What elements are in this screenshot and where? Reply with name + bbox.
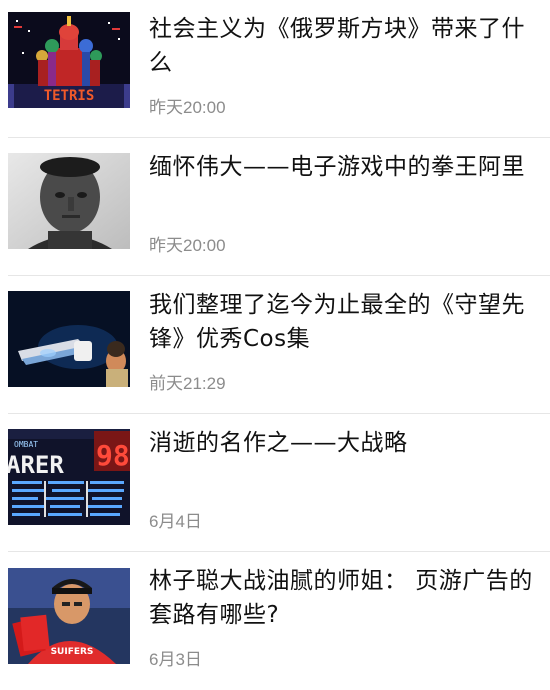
article-thumbnail-tetris[interactable]: TETRIS: [8, 12, 130, 108]
article-thumbnail-strategy[interactable]: OMBAT ARER 98: [8, 429, 130, 525]
shirt-text: SUIFERS: [51, 647, 94, 657]
article-title[interactable]: 社会主义为《俄罗斯方块》带来了什么: [149, 12, 541, 80]
article-title[interactable]: 缅怀伟大——电子游戏中的拳王阿里: [149, 150, 541, 184]
strategy-number-text: 98: [96, 439, 130, 472]
article-list: TETRIS 社会主义为《俄罗斯方块》带来了什么 昨天20:00 缅怀伟大——电…: [0, 0, 550, 680]
article-item[interactable]: SUIFERS 林子聪大战油腻的师姐： 页游广告的套路有哪些? 6月3日: [0, 552, 550, 690]
article-title[interactable]: 林子聪大战油腻的师姐： 页游广告的套路有哪些?: [149, 564, 541, 632]
overwatch-cosplay-image: [8, 291, 130, 387]
article-date: 6月4日: [149, 512, 202, 531]
boxer-portrait-image: [8, 153, 130, 249]
strategy-game-screen-image: OMBAT ARER 98: [8, 429, 130, 525]
article-date: 昨天20:00: [149, 98, 226, 117]
article-title[interactable]: 消逝的名作之——大战略: [149, 426, 541, 460]
article-date: 前天21:29: [149, 374, 226, 393]
strategy-main-text: ARER: [8, 451, 64, 479]
strategy-top-text: OMBAT: [14, 440, 38, 449]
tetris-logo-text: TETRIS: [44, 88, 95, 104]
article-date: 6月3日: [149, 650, 202, 669]
article-date: 昨天20:00: [149, 236, 226, 255]
article-thumbnail-overwatch[interactable]: [8, 291, 130, 387]
article-title[interactable]: 我们整理了迄今为止最全的《守望先锋》优秀Cos集: [149, 288, 541, 356]
article-item[interactable]: TETRIS 社会主义为《俄罗斯方块》带来了什么 昨天20:00: [0, 0, 550, 138]
article-item[interactable]: OMBAT ARER 98 消逝的名作之——大战略 6月4日: [0, 414, 550, 552]
man-with-envelope-image: SUIFERS: [8, 568, 130, 664]
tetris-kremlin-image: TETRIS: [8, 12, 130, 108]
article-item[interactable]: 缅怀伟大——电子游戏中的拳王阿里 昨天20:00: [0, 138, 550, 276]
article-thumbnail-ali[interactable]: [8, 153, 130, 249]
article-item[interactable]: 我们整理了迄今为止最全的《守望先锋》优秀Cos集 前天21:29: [0, 276, 550, 414]
article-thumbnail-ad[interactable]: SUIFERS: [8, 568, 130, 664]
